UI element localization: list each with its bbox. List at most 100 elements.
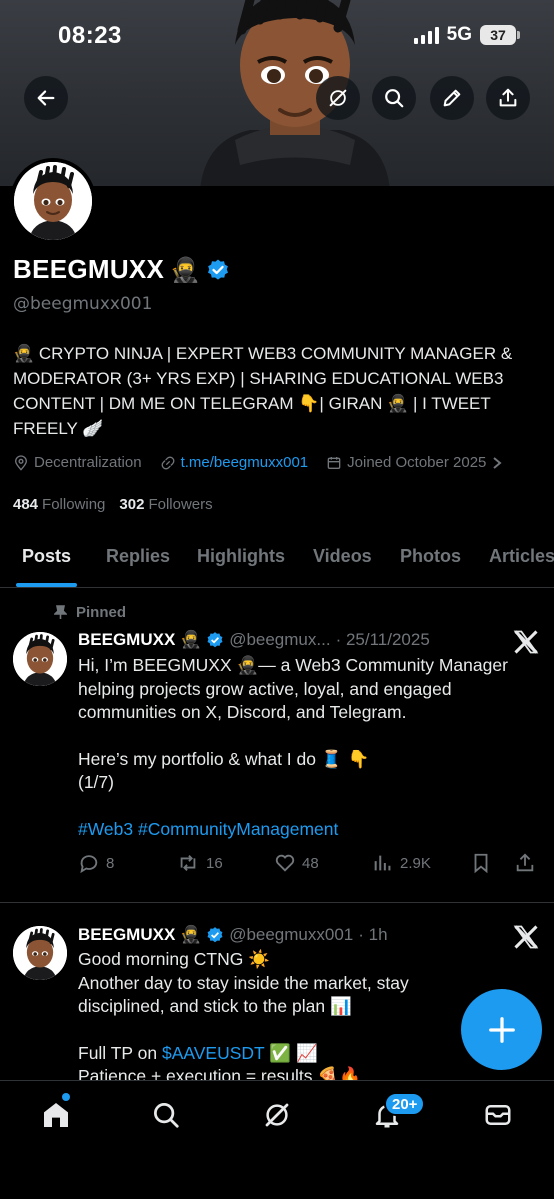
calendar-icon [327,456,341,469]
repost-icon [180,855,196,871]
tab-highlights[interactable]: Highlights [197,546,285,567]
post-line: Patience + execution = results 🍕🔥 [78,1066,361,1080]
location-pin-icon [14,454,28,471]
repost-count: 16 [206,854,223,872]
tab-posts[interactable]: Posts [22,546,71,567]
compose-post-button[interactable] [461,989,542,1070]
website-item[interactable]: t.me/beegmuxx001 [160,454,309,471]
back-button[interactable] [24,76,68,120]
post-line: helping projects grow active, loyal, and… [78,678,452,699]
home-icon [44,1103,68,1127]
network-type: 5G [446,24,472,45]
hashtag-link[interactable]: #Web3 [78,819,133,839]
share-button[interactable] [486,76,530,120]
post-actions: 8 16 48 2.9K [78,852,538,878]
post-author-handle[interactable]: @beegmux... [229,630,330,650]
status-indicators: 5G 37 [413,24,520,46]
reply-button[interactable]: 8 [78,852,114,874]
following-count: 484 [13,496,39,513]
hashtag-link[interactable]: #CommunityManagement [138,819,338,839]
post-header: BEEGMUXX 🥷 @beegmuxx001 · 1h [78,925,388,945]
views-chart-icon [374,855,391,871]
joined-text: Joined October 2025 [347,454,487,471]
post-line: Another day to stay inside the market, s… [78,972,409,993]
heart-icon [275,854,295,872]
battery-level: 37 [490,27,506,43]
nav-grok[interactable] [259,1097,295,1133]
bookmark-icon[interactable] [470,852,492,874]
share-icon[interactable] [514,852,536,874]
grok-icon [329,89,347,107]
profile-meta: Decentralization t.me/beegmuxx001 Joined… [13,454,503,471]
grok-button[interactable] [316,76,360,120]
mail-icon [485,1105,511,1125]
status-bar: 08:23 5G 37 [0,0,554,70]
cashtag-link[interactable]: $AAVEUSDT [162,1043,264,1063]
post-author-handle[interactable]: @beegmuxx001 [229,925,353,945]
back-arrow-icon [37,90,55,106]
post-time: · 25/11/2025 [335,630,430,649]
signal-icon [413,26,439,44]
reply-count: 8 [106,854,115,872]
post-line: Hi, I’m BEEGMUXX 🥷— a Web3 Community Man… [78,655,508,675]
active-tab-indicator [16,583,77,587]
post-header: BEEGMUXX 🥷 @beegmux... · 25/11/2025 [78,630,430,650]
repost-button[interactable]: 16 [176,852,223,874]
profile-handle: @beegmuxx001 [13,294,153,314]
share-icon [499,88,517,107]
bottom-navigation [0,1080,554,1199]
chevron-right-icon[interactable] [491,456,503,470]
pin-icon [54,605,67,619]
post-avatar[interactable] [13,926,67,980]
pinned-label: Pinned [54,604,126,621]
website-link[interactable]: t.me/beegmuxx001 [181,454,309,471]
link-icon [161,456,174,469]
verified-badge-icon [207,927,223,943]
tab-articles[interactable]: Articles [489,546,554,567]
battery-icon: 37 [480,25,520,45]
search-icon [385,89,404,108]
reply-icon [80,855,98,874]
like-button[interactable]: 48 [274,852,319,874]
home-unread-dot [62,1093,70,1101]
nav-messages[interactable] [480,1097,516,1133]
pinned-text: Pinned [76,604,127,621]
followers-link[interactable]: 302 Followers [119,496,212,513]
verified-badge-icon[interactable] [206,258,230,282]
post-avatar[interactable] [13,632,67,686]
pencil-icon [443,89,461,107]
followers-label: Followers [148,496,213,513]
nav-home[interactable] [38,1097,74,1133]
post-text[interactable]: Hi, I’m BEEGMUXX 🥷— a Web3 Community Man… [78,654,544,841]
verified-badge-icon [207,632,223,648]
post-line: Here’s my portfolio & what I do 🧵 👇 [78,748,370,769]
tab-videos[interactable]: Videos [313,546,372,567]
post-line: ✅ 📈 [264,1042,318,1063]
search-button[interactable] [372,76,416,120]
views-button[interactable]: 2.9K [372,852,431,874]
profile-avatar[interactable] [10,158,96,244]
ninja-emoji: 🥷 [170,255,201,284]
post-author-name[interactable]: BEEGMUXX 🥷 [78,630,201,650]
avatar-character-icon [13,632,67,686]
following-link[interactable]: 484 Following [13,496,105,513]
followers-count: 302 [119,496,145,513]
nav-search[interactable] [148,1097,184,1133]
edit-button[interactable] [430,76,474,120]
post-divider [0,902,554,903]
profile-bio: 🥷 CRYPTO NINJA | EXPERT WEB3 COMMUNITY M… [13,344,513,438]
avatar-character-icon [14,162,92,240]
post-line: (1/7) [78,772,114,792]
grok-icon [265,1103,289,1127]
post-author-name[interactable]: BEEGMUXX 🥷 [78,925,201,945]
avatar-character-icon [13,926,67,980]
post-line: communities on X, Discord, and Telegram. [78,702,407,722]
tab-photos[interactable]: Photos [400,546,461,567]
following-label: Following [42,496,106,513]
profile-name-row: BEEGMUXX 🥷 [13,254,230,285]
views-count: 2.9K [400,854,431,872]
like-count: 48 [302,854,319,872]
tab-replies[interactable]: Replies [106,546,170,567]
location-item: Decentralization [13,454,142,471]
x-logo-icon [513,630,539,654]
